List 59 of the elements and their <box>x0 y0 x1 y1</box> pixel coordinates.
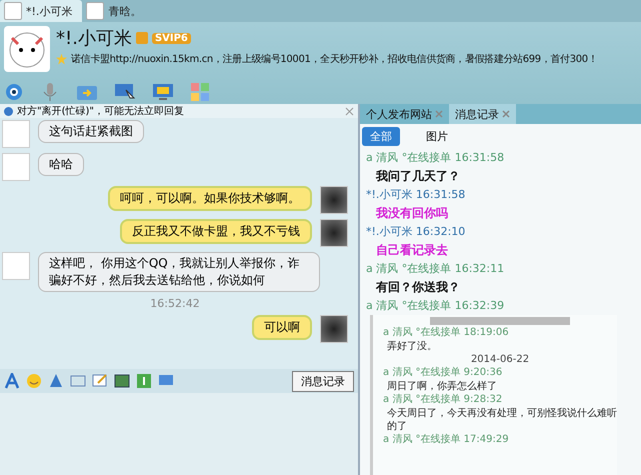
message-bubble: 这样吧， 你用这个QQ，我就让别人举报你，诈骗好不好，然后我去送钻给他，你说如何 <box>38 252 320 292</box>
message-input[interactable] <box>0 393 358 475</box>
vip-badge: SVIP6 <box>152 32 191 44</box>
note-icon[interactable] <box>92 373 108 389</box>
info-icon <box>4 106 13 116</box>
sender-line: a 清风 °在线接单 16:32:11 <box>366 261 506 277</box>
message-bubble: 反正我又不做卡盟，我又不亏钱 <box>120 219 312 244</box>
history-button[interactable]: 消息记录 <box>292 370 354 392</box>
tab-label: 消息记录 <box>455 106 499 122</box>
message-bubble: 可以啊 <box>252 315 312 340</box>
chat-tab[interactable]: *!.小可米 <box>0 0 82 22</box>
sender-line: a 清风 °在线接单 17:49:29 <box>383 433 510 447</box>
filter-button[interactable]: 全部 <box>362 127 400 146</box>
avatar[interactable] <box>320 315 348 343</box>
avatar[interactable] <box>320 186 348 214</box>
image-icon[interactable] <box>114 373 130 389</box>
font-icon[interactable] <box>4 373 20 389</box>
sender-line: a 清风 °在线接单 9:28:32 <box>383 393 504 407</box>
message-bubble: 哈哈 <box>38 153 84 176</box>
sender-line: a 清风 °在线接单 9:20:36 <box>383 366 504 380</box>
panel-tab[interactable]: 消息记录 <box>449 104 516 124</box>
message-text: 自己看记录去 <box>375 242 449 259</box>
message-text: 周日了啊，你弄怎么样了 <box>386 380 498 393</box>
message-text: 今天周日了，今天再没有处理，可别怪我说什么难听的了 <box>386 407 617 433</box>
monitor-icon[interactable] <box>152 82 174 102</box>
smiley-icon[interactable] <box>26 373 42 389</box>
message-text: 有回？你送我？ <box>374 279 461 296</box>
tab-label: 青晗。 <box>108 4 142 18</box>
timestamp: 16:52:42 <box>150 297 200 310</box>
sender-line: a 清风 °在线接单 16:31:58 <box>366 150 506 166</box>
avatar-icon <box>4 2 22 20</box>
tab-label: *!.小可米 <box>26 4 72 18</box>
date-label: 2014-06-22 <box>470 353 530 366</box>
camera-icon[interactable] <box>4 82 24 102</box>
close-icon[interactable] <box>345 106 354 116</box>
message-bubble: 呵呵，可以啊。如果你技术够啊。 <box>108 186 312 211</box>
avatar[interactable] <box>4 26 50 72</box>
sender-line: a 清风 °在线接单 18:19:06 <box>383 326 510 340</box>
message-text: 弄好了没。 <box>386 340 438 353</box>
panel-tab[interactable]: 个人发布网站 <box>360 104 449 124</box>
chat-tab[interactable]: 青晗。 <box>82 0 152 22</box>
signature: 诺信卡盟http://nuoxin.15km.cn，注册上级编号10001，全天秒开秒补，招收电信供货商，暑假搭建分站699，首付300！ <box>71 52 598 66</box>
filter-button[interactable]: 图片 <box>418 127 456 146</box>
contact-name: *!.小可米 <box>56 27 132 50</box>
apps-icon[interactable] <box>190 82 210 102</box>
message-bubble: 这句话赶紧截图 <box>38 120 144 143</box>
close-icon[interactable] <box>435 110 443 118</box>
message-text: 我问了几天了？ <box>374 168 461 185</box>
message-text: 我没有回你吗 <box>374 205 449 222</box>
close-icon[interactable] <box>502 110 510 118</box>
avatar-icon <box>86 2 104 20</box>
notice-text: 对方"离开(忙碌)"，可能无法立即回复 <box>17 104 186 118</box>
sender-line: *!.小可米 16:32:10 <box>366 224 466 240</box>
crown-icon <box>136 32 148 44</box>
avatar[interactable] <box>320 219 348 247</box>
sender-line: a 清风 °在线接单 16:32:39 <box>366 298 506 314</box>
tab-label: 个人发布网站 <box>366 106 432 122</box>
sender-line: *!.小可米 16:31:58 <box>366 187 466 203</box>
film-icon[interactable] <box>70 373 86 389</box>
